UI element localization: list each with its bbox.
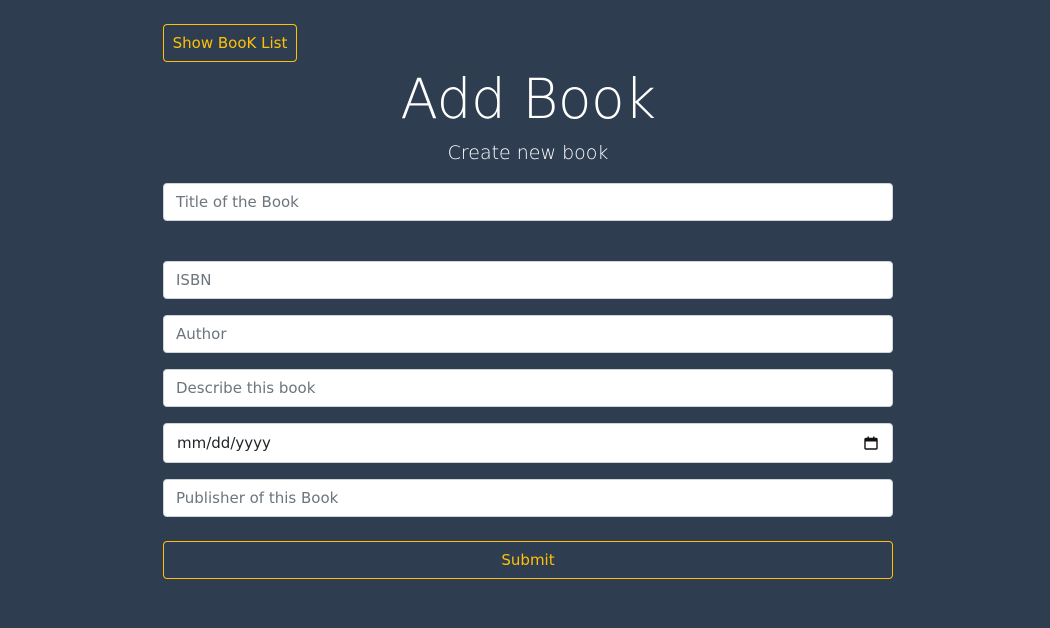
- publisher-input[interactable]: [163, 479, 893, 517]
- calendar-icon[interactable]: [864, 436, 878, 450]
- published-date-input[interactable]: mm/dd/yyyy: [163, 423, 893, 463]
- page-subtitle: Create new book: [447, 142, 609, 164]
- page-title: Add Book: [400, 67, 656, 131]
- published-date-text: mm/dd/yyyy: [177, 434, 271, 452]
- submit-button[interactable]: Submit: [163, 541, 893, 579]
- author-input[interactable]: [163, 315, 893, 353]
- book-title-input[interactable]: [163, 183, 893, 221]
- show-book-list-button[interactable]: Show BooK List: [163, 24, 297, 62]
- isbn-input[interactable]: [163, 261, 893, 299]
- description-input[interactable]: [163, 369, 893, 407]
